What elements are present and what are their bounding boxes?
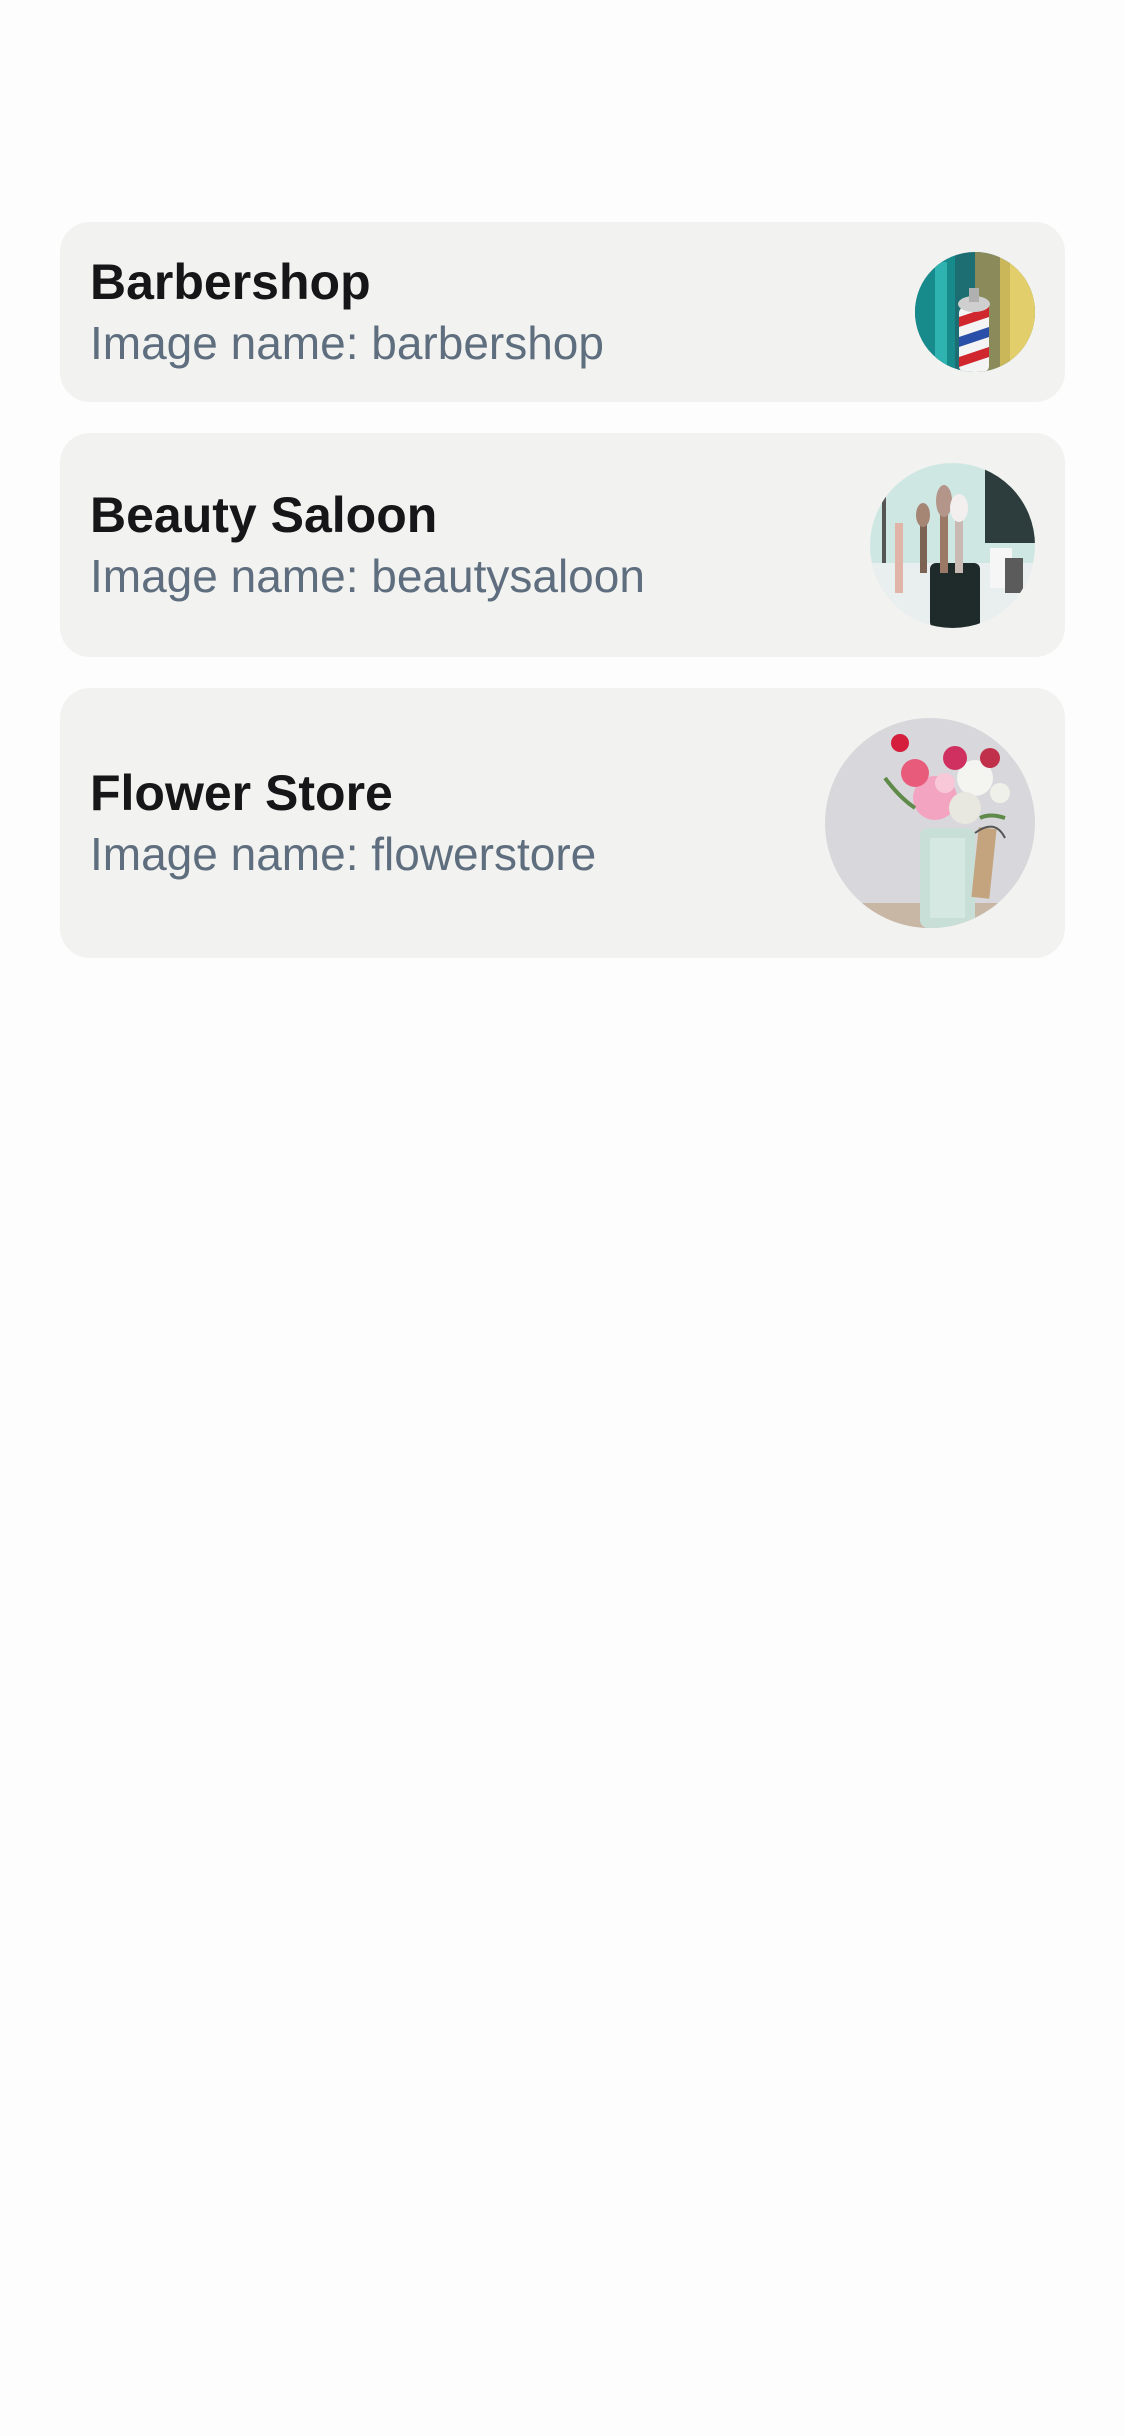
list-item-subtitle: Image name: barbershop [90, 317, 604, 369]
list-item-text: Barbershop Image name: barbershop [90, 252, 604, 372]
barbershop-photo-icon [915, 252, 1035, 372]
flowerstore-photo-icon [825, 718, 1035, 928]
list-item-barbershop[interactable]: Barbershop Image name: barbershop [60, 222, 1065, 402]
barbershop-thumbnail [915, 252, 1035, 372]
app-screen: Barbershop Image name: barbershop Beauty… [0, 0, 1125, 2436]
list-item-title: Flower Store [90, 765, 393, 821]
flower-store-thumbnail [825, 718, 1035, 928]
list-item-text: Flower Store Image name: flowerstore [90, 763, 596, 883]
beauty-saloon-thumbnail [870, 462, 1035, 628]
list-item-flower-store[interactable]: Flower Store Image name: flowerstore [60, 688, 1065, 958]
list-item-beauty-saloon[interactable]: Beauty Saloon Image name: beautysaloon [60, 433, 1065, 657]
store-list: Barbershop Image name: barbershop Beauty… [60, 222, 1065, 989]
list-item-text: Beauty Saloon Image name: beautysaloon [90, 485, 645, 605]
list-item-subtitle: Image name: flowerstore [90, 828, 597, 880]
list-item-subtitle: Image name: beautysaloon [90, 550, 645, 602]
beautysaloon-photo-icon [870, 462, 1035, 628]
list-item-title: Barbershop [90, 254, 371, 310]
list-item-title: Beauty Saloon [90, 487, 438, 543]
